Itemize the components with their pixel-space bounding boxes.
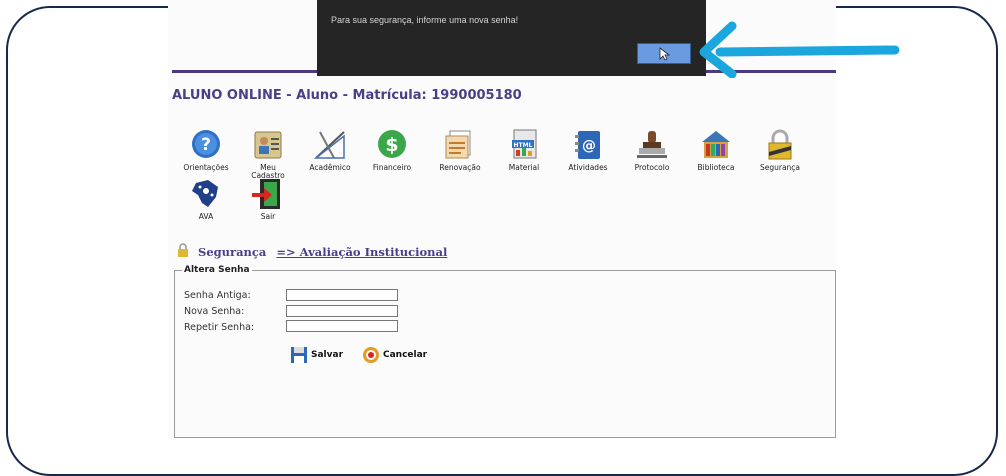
repetir-senha-label: Repetir Senha: [184, 322, 255, 333]
cancel-label: Cancelar [383, 350, 428, 360]
menu-label: Sair [260, 212, 276, 221]
menu-sair[interactable]: Sair [238, 177, 298, 221]
alert-dialog: Para sua segurança, informe uma nova sen… [317, 0, 706, 76]
menu-renovacao[interactable]: Renovação [430, 128, 490, 172]
menu-label: Biblioteca [697, 163, 735, 172]
menu-financeiro[interactable]: $ Financeiro [362, 128, 422, 172]
ok-button[interactable] [637, 43, 691, 64]
menu-label: Renovação [439, 163, 481, 172]
menu-seguranca[interactable]: Segurança [750, 128, 810, 172]
html-file-icon: HTML [506, 128, 542, 162]
menu-academico[interactable]: Acadêmico [300, 128, 360, 172]
repetir-senha-input[interactable] [286, 320, 398, 332]
menu-meu-cadastro[interactable]: Meu Cadastro [238, 128, 298, 180]
svg-text:@: @ [582, 138, 596, 154]
alert-message: Para sua segurança, informe uma nova sen… [331, 15, 519, 25]
menu-label: Segurança [759, 163, 801, 172]
svg-text:?: ? [201, 135, 211, 155]
altera-senha-fieldset [174, 270, 836, 438]
menu-protocolo[interactable]: Protocolo [622, 128, 682, 172]
stamp-icon [634, 128, 670, 162]
menu-label: Atividades [568, 163, 608, 172]
svg-text:$: $ [385, 134, 398, 156]
save-button[interactable]: Salvar [290, 346, 343, 364]
menu-material[interactable]: HTML Material [494, 128, 554, 172]
menu-atividades[interactable]: @ Atividades [558, 128, 618, 172]
id-card-icon [250, 128, 286, 162]
page-title: ALUNO ONLINE - Aluno - Matrícula: 199000… [172, 88, 522, 103]
annotation-arrow-icon [690, 18, 902, 83]
menu-label: Financeiro [372, 163, 412, 172]
svg-text:HTML: HTML [514, 142, 533, 149]
menu-label: Acadêmico [309, 163, 351, 172]
exit-door-icon [250, 177, 286, 211]
menu-orientacoes[interactable]: ? Orientações [176, 128, 236, 172]
breadcrumb: Segurança => Avaliação Institucional [176, 243, 447, 259]
menu-biblioteca[interactable]: Biblioteca [686, 128, 746, 172]
menu-label: Material [508, 163, 540, 172]
menu-label: Protocolo [634, 163, 670, 172]
menu-label: AVA [198, 212, 214, 221]
nova-senha-input[interactable] [286, 305, 398, 317]
brazil-map-icon [188, 177, 224, 211]
menu-ava[interactable]: AVA [176, 177, 236, 221]
cancel-button[interactable]: Cancelar [362, 346, 427, 364]
address-book-icon: @ [570, 128, 606, 162]
avaliacao-institucional-link[interactable]: => Avaliação Institucional [276, 245, 447, 259]
senha-antiga-input[interactable] [286, 289, 398, 301]
dollar-icon: $ [374, 128, 410, 162]
fieldset-legend: Altera Senha [182, 265, 252, 275]
library-icon [698, 128, 734, 162]
documents-icon [442, 128, 478, 162]
padlock-icon [762, 128, 798, 162]
drafting-tools-icon [312, 128, 348, 162]
question-icon: ? [188, 128, 224, 162]
floppy-disk-icon [290, 346, 308, 364]
senha-antiga-label: Senha Antiga: [184, 290, 251, 301]
cancel-icon [362, 346, 380, 364]
save-label: Salvar [311, 350, 344, 360]
breadcrumb-section: Segurança [198, 245, 267, 259]
nova-senha-label: Nova Senha: [184, 306, 245, 317]
menu-label: Orientações [183, 163, 229, 172]
cursor-icon [659, 47, 671, 66]
padlock-icon [176, 243, 190, 257]
